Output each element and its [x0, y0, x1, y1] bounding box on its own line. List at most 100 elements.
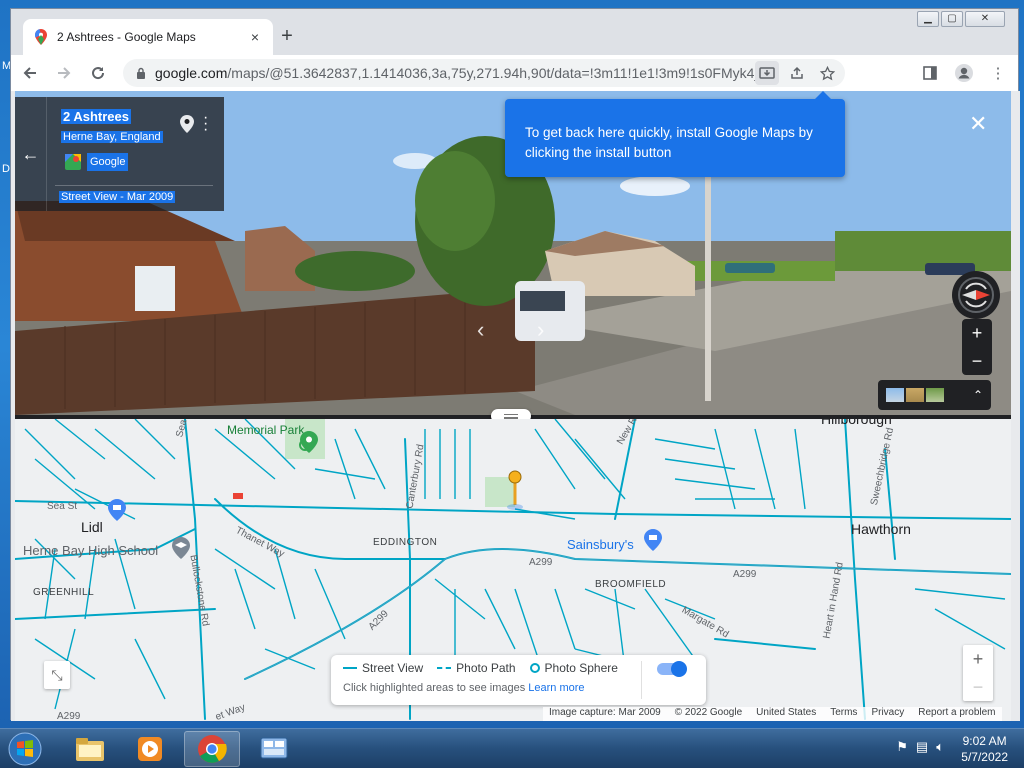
tab-strip: 2 Ashtrees - Google Maps × + ▁ ▢ ✕	[11, 9, 1018, 55]
close-icon[interactable]: ✕	[969, 111, 987, 137]
chevron-left-icon[interactable]: ‹	[477, 317, 484, 343]
park-pin-icon[interactable]	[299, 431, 319, 453]
map-label-sea-st: Sea St	[47, 501, 78, 512]
close-window-button[interactable]: ✕	[965, 11, 1005, 27]
street-view-info-card: ← 2 Ashtrees Herne Bay, England Google S…	[15, 97, 224, 211]
map-label-a299: A299	[733, 569, 757, 580]
map-label-memorial-park[interactable]: Memorial Park	[227, 423, 304, 437]
info-divider	[55, 185, 213, 186]
share-icon[interactable]	[785, 61, 809, 85]
address-bar[interactable]: google.com/maps/@51.3642837,1.1414036,3a…	[123, 59, 845, 87]
expand-up-icon[interactable]: ⌃	[973, 388, 983, 402]
chrome-icon[interactable]	[184, 731, 240, 767]
more-options-icon[interactable]: · · ·	[203, 110, 208, 138]
back-arrow-icon[interactable]: ←	[15, 97, 47, 211]
map-zoom-out-button[interactable]: −	[963, 673, 993, 701]
url-text: google.com/maps/@51.3642837,1.1414036,3a…	[155, 65, 755, 81]
google-maps-logo-icon	[65, 154, 81, 170]
tab-close-icon[interactable]: ×	[247, 29, 263, 45]
reload-button[interactable]	[83, 58, 113, 88]
map-label-sainsburys[interactable]: Sainsbury's	[567, 537, 634, 552]
back-button[interactable]	[15, 58, 45, 88]
install-app-icon[interactable]	[755, 61, 779, 85]
fullscreen-exit-icon[interactable]: ⤡	[44, 661, 70, 689]
install-app-popup: To get back here quickly, install Google…	[505, 91, 845, 177]
windows-start-icon[interactable]	[6, 731, 44, 767]
privacy-link[interactable]: Privacy	[871, 707, 904, 721]
imagery-provider: Google	[65, 153, 129, 171]
clock-time: 9:02 AM	[962, 734, 1007, 748]
zoom-out-button[interactable]: −	[962, 347, 992, 375]
location-title[interactable]: 2 Ashtrees	[61, 109, 131, 124]
legend-items: Street View Photo Path Photo Sphere	[343, 661, 618, 675]
file-explorer-icon[interactable]	[62, 731, 118, 767]
new-tab-button[interactable]: +	[275, 25, 299, 49]
map-label-hillborough[interactable]: Hillborough	[821, 419, 892, 427]
imagery-thumbnails[interactable]: ⌃	[878, 380, 991, 410]
map-label-a299: A299	[57, 711, 81, 721]
tab-google-maps[interactable]: 2 Ashtrees - Google Maps ×	[23, 19, 273, 55]
bookmark-star-icon[interactable]	[815, 61, 839, 85]
window-controls: ▁ ▢ ✕	[917, 11, 1005, 27]
street-view-legend: Street View Photo Path Photo Sphere Clic…	[331, 655, 706, 705]
thumbnail-3[interactable]	[926, 388, 944, 402]
image-capture-date: Image capture: Mar 2009	[549, 707, 661, 718]
url-path: /maps/@51.3642837,1.1414036,3a,75y,271.9…	[227, 65, 755, 81]
map-footer: Image capture: Mar 2009 © 2022 Google Un…	[543, 707, 1002, 721]
maps-content: ← 2 Ashtrees Herne Bay, England Google S…	[11, 91, 1020, 721]
legend-photo-path: Photo Path	[437, 661, 516, 675]
circle-swatch-icon	[529, 663, 540, 673]
chevron-right-icon[interactable]: ›	[537, 317, 544, 343]
side-panel-icon[interactable]	[916, 59, 944, 87]
taskbar: ⚑ ▤ 🔈︎ 9:02 AM 5/7/2022	[0, 728, 1024, 768]
legend-photo-path-label: Photo Path	[456, 661, 516, 675]
network-icon[interactable]: ▤	[916, 739, 928, 755]
thumbnail-1[interactable]	[886, 388, 904, 402]
action-center-flag-icon[interactable]: ⚑	[896, 739, 908, 755]
street-view-pane[interactable]: ← 2 Ashtrees Herne Bay, England Google S…	[15, 91, 1011, 415]
volume-icon[interactable]: 🔈︎	[936, 739, 944, 755]
toolbar-right: ⋮	[916, 59, 1012, 87]
omnibox-actions	[755, 61, 845, 85]
map-label-hawthorn[interactable]: Hawthorn	[851, 521, 911, 537]
compass-icon[interactable]	[952, 271, 1000, 319]
location-pin-icon[interactable]	[179, 115, 195, 133]
street-view-zoom-controls: + −	[962, 319, 992, 375]
system-tray: ⚑ ▤ 🔈︎	[896, 739, 944, 755]
street-view-layer-toggle[interactable]	[657, 661, 687, 677]
map-label-lidl[interactable]: Lidl	[81, 519, 103, 535]
learn-more-link[interactable]: Learn more	[528, 682, 584, 694]
map-pane[interactable]: Memorial Park Hillborough Sea St Lidl He…	[15, 419, 1011, 721]
map-label-greenhill: GREENHILL	[33, 587, 95, 598]
browser-window: 2 Ashtrees - Google Maps × + ▁ ▢ ✕ googl…	[10, 8, 1020, 721]
region-link[interactable]: United States	[756, 707, 816, 721]
maximize-button[interactable]: ▢	[941, 11, 963, 27]
maps-pin-icon	[33, 29, 49, 45]
map-zoom-in-button[interactable]: +	[963, 645, 993, 673]
terms-link[interactable]: Terms	[830, 707, 857, 721]
dashed-line-swatch-icon	[437, 667, 452, 669]
desktop-edge-letter: D	[2, 163, 10, 175]
lock-icon	[137, 67, 145, 79]
control-panel-icon[interactable]	[246, 731, 302, 767]
shopping-cart-pin-icon[interactable]	[107, 499, 127, 521]
media-player-icon[interactable]	[122, 731, 178, 767]
reload-icon	[92, 67, 105, 80]
install-popup-text: To get back here quickly, install Google…	[525, 125, 813, 160]
clock-date: 5/7/2022	[961, 750, 1008, 764]
legend-divider	[641, 661, 642, 699]
clock[interactable]: 9:02 AM 5/7/2022	[961, 733, 1008, 765]
shopping-cart-pin-icon[interactable]	[643, 529, 663, 551]
map-label-school[interactable]: Herne Bay High School	[23, 543, 158, 558]
street-view-date[interactable]: Street View - Mar 2009	[59, 191, 176, 203]
menu-kebab-icon[interactable]: ⋮	[984, 59, 1012, 87]
line-swatch-icon	[343, 667, 357, 669]
profile-avatar-icon[interactable]	[950, 59, 978, 87]
minimize-button[interactable]: ▁	[917, 11, 939, 27]
report-problem-link[interactable]: Report a problem	[918, 707, 995, 721]
legend-hint-text: Click highlighted areas to see images	[343, 682, 526, 694]
forward-button[interactable]	[49, 58, 79, 88]
thumbnail-2[interactable]	[906, 388, 924, 402]
legend-street-view-label: Street View	[362, 661, 424, 675]
zoom-in-button[interactable]: +	[962, 319, 992, 347]
